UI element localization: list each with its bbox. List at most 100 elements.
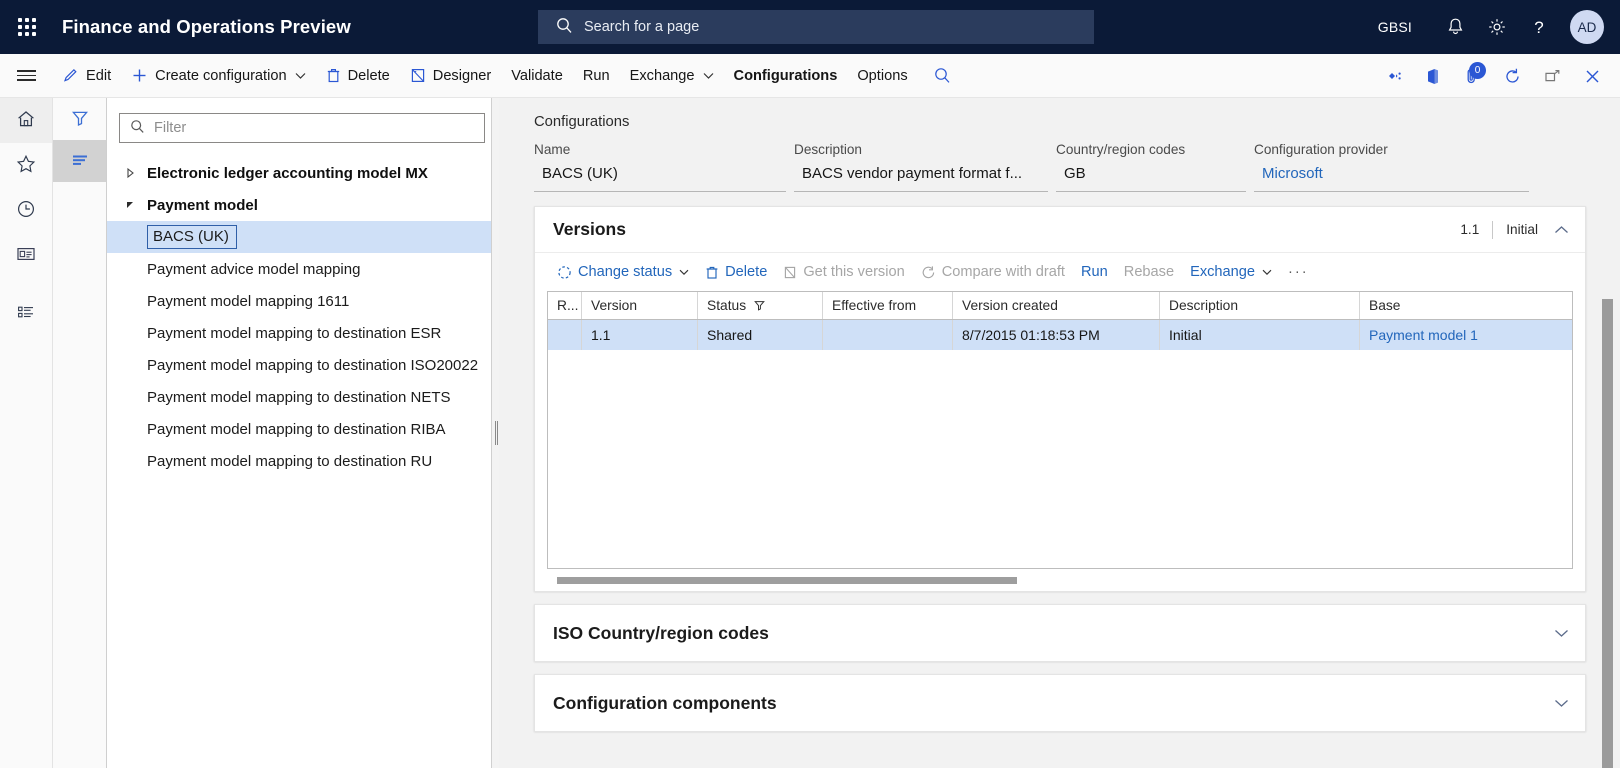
grid-button-delete[interactable]: Delete [697, 264, 775, 280]
content-vertical-scrollbar[interactable] [1602, 193, 1613, 768]
rail-item-modules[interactable] [0, 292, 52, 337]
grid-button-overflow-menu[interactable]: ··· [1280, 264, 1317, 280]
tree-node-payment-model-mapping-riba[interactable]: Payment model mapping to destination RIB… [107, 413, 499, 445]
attachment-icon[interactable]: 0 [1452, 54, 1492, 98]
office-app-icon[interactable] [1412, 54, 1452, 98]
grid-button-change-status[interactable]: Change status [549, 264, 697, 280]
chevron-up-icon[interactable] [1554, 225, 1569, 235]
grid-button-run[interactable]: Run [1073, 264, 1116, 280]
gear-icon[interactable] [1476, 0, 1518, 54]
field-value-country-region-codes[interactable]: GB [1056, 163, 1246, 192]
designer-icon [410, 67, 426, 84]
field-value-name[interactable]: BACS (UK) [534, 163, 786, 192]
hamburger-menu-icon[interactable] [0, 54, 52, 98]
tree-node-label: Payment model mapping to destination RIB… [147, 420, 446, 438]
iso-country-region-codes-header[interactable]: ISO Country/region codes [535, 605, 1585, 661]
bell-icon[interactable] [1434, 0, 1476, 54]
grid-button-exchange[interactable]: Exchange [1182, 264, 1280, 280]
tree-node-electronic-ledger-accounting-model-mx[interactable]: Electronic ledger accounting model MX [107, 157, 499, 189]
list-lines-icon-button[interactable] [53, 140, 106, 182]
rail-item-home[interactable] [0, 98, 52, 143]
svg-text:?: ? [1534, 18, 1543, 37]
tree-node-payment-advice-model-mapping[interactable]: Payment advice model mapping [107, 253, 499, 285]
refresh-icon[interactable] [1492, 54, 1532, 98]
top-navigation-bar: Finance and Operations Preview Search fo… [0, 0, 1620, 54]
tree-panel-icon-column [53, 98, 107, 768]
field-label: Name [534, 142, 571, 157]
rail-item-favorites[interactable] [0, 143, 52, 188]
grid-cell-status[interactable]: Shared [698, 320, 823, 350]
avatar[interactable]: AD [1570, 10, 1604, 44]
grid-header-cell-effective-from[interactable]: Effective from [823, 292, 953, 319]
modules-list-icon [15, 302, 37, 327]
rail-item-recent[interactable] [0, 188, 52, 233]
tree-node-payment-model-mapping-nets[interactable]: Payment model mapping to destination NET… [107, 381, 499, 413]
versions-card-header[interactable]: Versions 1.1 Initial [535, 207, 1585, 253]
popout-icon[interactable] [1532, 54, 1572, 98]
toolbar-button-validate[interactable]: Validate [501, 54, 573, 98]
grid-horizontal-scrollbar-thumb[interactable] [557, 576, 1017, 584]
rail-item-workspaces[interactable] [0, 233, 52, 278]
toolbar-button-run[interactable]: Run [573, 54, 620, 98]
application-window: Finance and Operations Preview Search fo… [0, 0, 1620, 768]
grid-cell-version-created[interactable]: 8/7/2015 01:18:53 PM [953, 320, 1160, 350]
chevron-down-icon[interactable] [1554, 698, 1569, 708]
search-icon [556, 17, 573, 37]
toolbar-tab-options[interactable]: Options [847, 54, 917, 98]
grid-header-cell-description[interactable]: Description [1160, 292, 1360, 319]
field-value-configuration-provider[interactable]: Microsoft [1254, 163, 1529, 192]
section-header-right [1538, 628, 1569, 638]
grid-cell-base[interactable]: Payment model 1 [1360, 320, 1545, 350]
share-icon[interactable] [1372, 54, 1412, 98]
grid-button-rebase: Rebase [1116, 264, 1182, 280]
toolbar-button-designer[interactable]: Designer [400, 54, 501, 98]
chevron-down-icon[interactable] [1554, 628, 1569, 638]
table-row[interactable]: 1.1 Shared 8/7/2015 01:18:53 PM Initial … [548, 320, 1572, 350]
grid-cell-effective-from[interactable] [823, 320, 953, 350]
toolbar-tab-configurations[interactable]: Configurations [724, 54, 848, 98]
toolbar-right-icons: 0 [1372, 54, 1620, 98]
toolbar-button-create-configuration[interactable]: Create configuration [121, 54, 315, 98]
tree-node-payment-model-mapping-ru[interactable]: Payment model mapping to destination RU [107, 445, 499, 477]
tree-node-bacs-uk[interactable]: BACS (UK) [107, 221, 499, 253]
grid-header-cell-base[interactable]: Base [1360, 292, 1545, 319]
toolbar-search-icon-button[interactable] [918, 54, 961, 98]
toolbar-button-delete[interactable]: Delete [316, 54, 400, 98]
tree-filter-input[interactable]: Filter [119, 113, 485, 143]
filter-funnel-icon[interactable] [754, 300, 766, 311]
chevron-down-filled-icon[interactable] [113, 199, 147, 211]
grid-cell-description[interactable]: Initial [1160, 320, 1360, 350]
tree-filter-placeholder: Filter [154, 120, 187, 136]
tree-node-payment-model[interactable]: Payment model [107, 189, 499, 221]
versions-card-title: Versions [553, 219, 626, 239]
global-search-box[interactable]: Search for a page [538, 10, 1094, 44]
filter-funnel-icon-button[interactable] [53, 98, 106, 140]
tree-node-payment-model-mapping-1611[interactable]: Payment model mapping 1611 [107, 285, 499, 317]
field-value-description[interactable]: BACS vendor payment format f... [794, 163, 1048, 192]
app-launcher-icon[interactable] [0, 0, 54, 54]
grid-header-cell-r[interactable]: R... [548, 292, 582, 319]
grid-header-cell-version[interactable]: Version [582, 292, 698, 319]
field-configuration-provider: Configuration provider Microsoft [1254, 142, 1529, 192]
toolbar-button-exchange[interactable]: Exchange [620, 54, 724, 98]
question-mark-icon[interactable]: ? [1518, 0, 1560, 54]
content-vertical-scrollbar-thumb[interactable] [1602, 299, 1613, 768]
configuration-tree: Electronic ledger accounting model MX Pa… [107, 151, 499, 477]
favorites-star-icon [15, 153, 37, 178]
tree-node-label: Payment model mapping to destination NET… [147, 388, 451, 406]
iso-country-region-codes-section: ISO Country/region codes [534, 604, 1586, 662]
configuration-components-header[interactable]: Configuration components [535, 675, 1585, 731]
grid-cell-r[interactable] [548, 320, 582, 350]
chevron-right-icon[interactable] [113, 167, 147, 179]
list-lines-icon [70, 153, 90, 170]
close-icon[interactable] [1572, 54, 1612, 98]
divider [1492, 220, 1494, 239]
grid-cell-version[interactable]: 1.1 [582, 320, 698, 350]
company-label[interactable]: GBSI [1378, 19, 1412, 35]
grid-header-cell-version-created[interactable]: Version created [953, 292, 1160, 319]
grid-header-cell-status[interactable]: Status [698, 292, 823, 319]
toolbar-button-edit[interactable]: Edit [52, 54, 121, 98]
tree-node-payment-model-mapping-esr[interactable]: Payment model mapping to destination ESR [107, 317, 499, 349]
grid-horizontal-scrollbar[interactable] [547, 569, 1573, 591]
tree-node-payment-model-mapping-iso20022[interactable]: Payment model mapping to destination ISO… [107, 349, 499, 381]
